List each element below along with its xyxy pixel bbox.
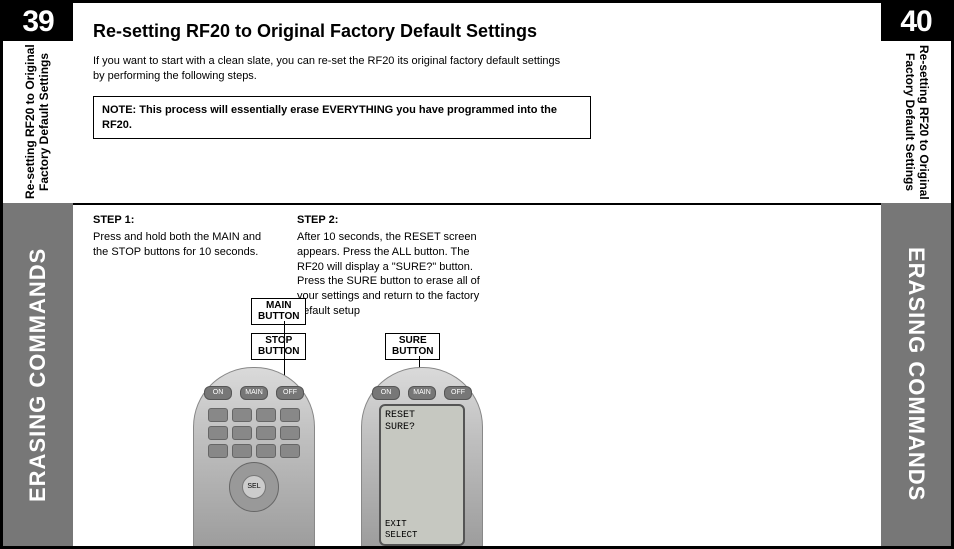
callout-stop-button: STOPBUTTON	[251, 333, 306, 360]
grid-button	[232, 426, 252, 440]
page-title: Re-setting RF20 to Original Factory Defa…	[93, 21, 861, 42]
grid-button	[280, 444, 300, 458]
remote-lcd-screen: RESET SURE? EXIT SELECT	[379, 404, 465, 546]
grid-button	[208, 444, 228, 458]
grid-button	[232, 408, 252, 422]
grid-button	[256, 444, 276, 458]
remote-top-button-row: ON MAIN OFF	[372, 386, 472, 400]
select-button: SEL	[242, 475, 266, 499]
on-button: ON	[372, 386, 400, 400]
step-2-body: After 10 seconds, the RESET screen appea…	[297, 230, 497, 319]
main-content: Re-setting RF20 to Original Factory Defa…	[73, 3, 881, 546]
callout-main-button: MAINBUTTON	[251, 298, 306, 325]
on-button: ON	[204, 386, 232, 400]
step-2-heading: STEP 2:	[297, 213, 497, 228]
intro-block: Re-setting RF20 to Original Factory Defa…	[73, 3, 881, 149]
remote-top-button-row: ON MAIN OFF	[204, 386, 304, 400]
left-section-label: ERASING COMMANDS	[3, 203, 73, 546]
right-subheading: Re-setting RF20 to OriginalFactory Defau…	[881, 41, 951, 203]
main-button: MAIN	[408, 386, 436, 400]
off-button: OFF	[444, 386, 472, 400]
note-box: NOTE: This process will essentially eras…	[93, 96, 591, 140]
page-number-right: 40	[881, 3, 951, 41]
note-text: NOTE: This process will essentially eras…	[102, 104, 557, 131]
grid-button	[280, 408, 300, 422]
step-1-body: Press and hold both the MAIN and the STO…	[93, 230, 273, 260]
horizontal-divider	[73, 203, 881, 205]
screen-exit: EXIT	[385, 519, 459, 529]
right-section-label: ERASING COMMANDS	[881, 203, 951, 546]
grid-button	[208, 426, 228, 440]
grid-button	[208, 408, 228, 422]
remote-illustration-step2: ON MAIN OFF RESET SURE? EXIT SELECT	[361, 367, 483, 546]
dpad: SEL	[229, 462, 279, 512]
screen-line-1: RESET	[385, 410, 459, 421]
left-subheading: Re-setting RF20 to OriginalFactory Defau…	[3, 41, 73, 203]
grid-button	[256, 426, 276, 440]
grid-button	[280, 426, 300, 440]
intro-text: If you want to start with a clean slate,…	[93, 54, 573, 84]
left-sidebar: 39 Re-setting RF20 to OriginalFactory De…	[3, 3, 73, 546]
screen-select: SELECT	[385, 530, 459, 540]
step-1-heading: STEP 1:	[93, 213, 273, 228]
off-button: OFF	[276, 386, 304, 400]
remote-illustration-step1: ON MAIN OFF SEL	[193, 367, 315, 546]
grid-button	[232, 444, 252, 458]
remote-button-grid	[208, 408, 300, 458]
right-sidebar: 40 Re-setting RF20 to OriginalFactory De…	[881, 3, 951, 546]
grid-button	[256, 408, 276, 422]
page-number-left: 39	[3, 3, 73, 41]
manual-spread: 39 Re-setting RF20 to OriginalFactory De…	[0, 0, 954, 549]
callout-sure-button: SUREBUTTON	[385, 333, 440, 360]
main-button: MAIN	[240, 386, 268, 400]
screen-line-2: SURE?	[385, 422, 459, 433]
